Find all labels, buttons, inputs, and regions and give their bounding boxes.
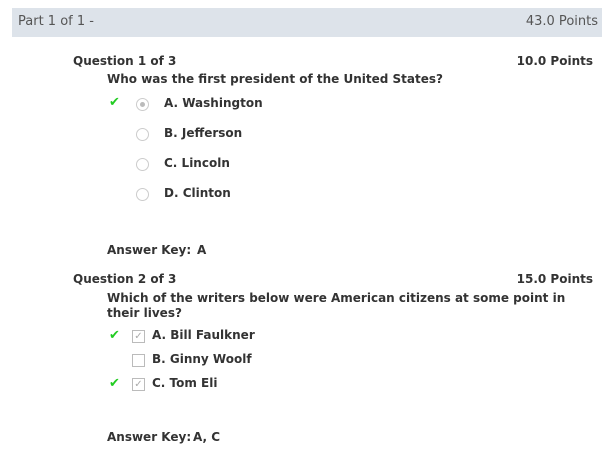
correct-check-icon: ✔ xyxy=(109,376,120,391)
option-b-radio[interactable] xyxy=(136,128,149,141)
option-c-label: C. Lincoln xyxy=(164,156,230,170)
part-points: 43.0 Points xyxy=(525,14,598,29)
option-a-checkbox[interactable]: ✓ xyxy=(132,330,145,343)
question-2-text-line2: their lives? xyxy=(107,306,182,320)
option-d-radio[interactable] xyxy=(136,188,149,201)
part-title: Part 1 of 1 - xyxy=(18,14,94,29)
option-b-label: B. Ginny Woolf xyxy=(152,352,252,366)
option-c-label: C. Tom Eli xyxy=(152,376,218,390)
option-b-checkbox[interactable] xyxy=(132,354,145,367)
question-1-title: Question 1 of 3 xyxy=(73,54,177,68)
option-b-label: B. Jefferson xyxy=(164,126,243,140)
option-a-radio[interactable] xyxy=(136,98,149,111)
option-d-label: D. Clinton xyxy=(164,186,231,200)
correct-check-icon: ✔ xyxy=(109,95,120,110)
question-2-text-line1: Which of the writers below were American… xyxy=(107,291,566,305)
question-2-points: 15.0 Points xyxy=(516,272,593,286)
question-1-points: 10.0 Points xyxy=(516,54,593,68)
option-a-label: A. Bill Faulkner xyxy=(152,328,255,342)
part-header: Part 1 of 1 - 43.0 Points xyxy=(12,8,602,37)
option-c-radio[interactable] xyxy=(136,158,149,171)
answer-key-value: A xyxy=(197,243,207,257)
answer-key-label: Answer Key: xyxy=(107,243,192,257)
option-a-label: A. Washington xyxy=(164,96,263,110)
question-2-title: Question 2 of 3 xyxy=(73,272,177,286)
correct-check-icon: ✔ xyxy=(109,328,120,343)
question-1-text: Who was the first president of the Unite… xyxy=(107,72,443,86)
answer-key-label: Answer Key: xyxy=(107,430,192,444)
answer-key-value: A, C xyxy=(193,430,221,444)
option-c-checkbox[interactable]: ✓ xyxy=(132,378,145,391)
